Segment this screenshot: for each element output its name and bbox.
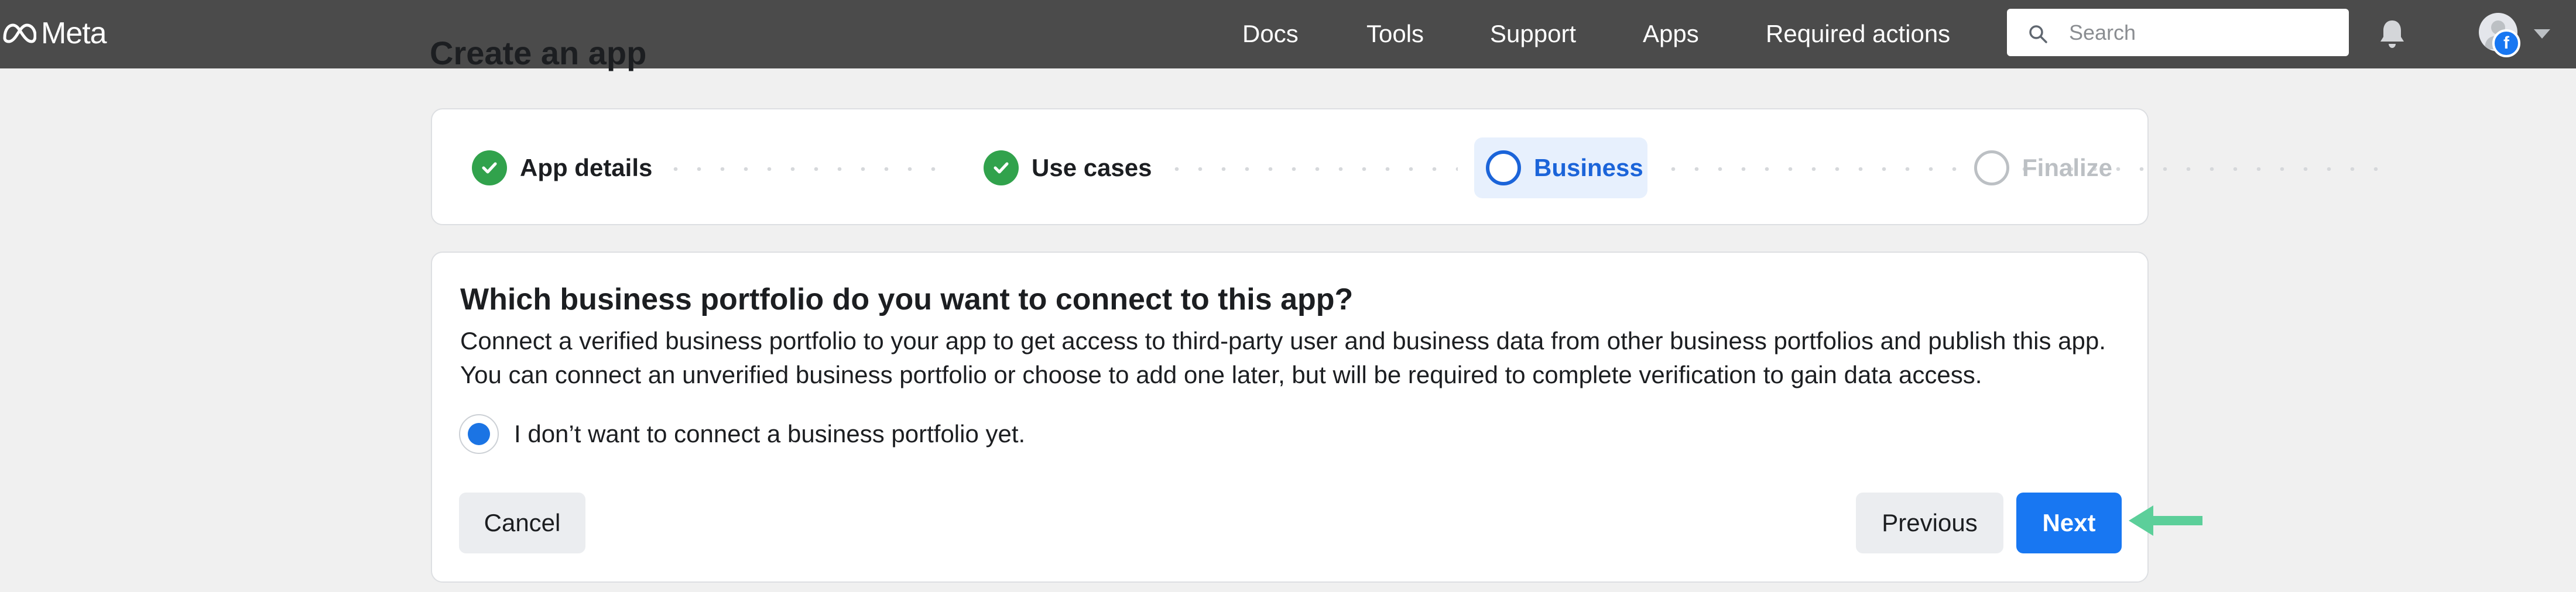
step-label: Use cases <box>1032 154 1152 181</box>
step-label: App details <box>520 154 653 181</box>
no-business-portfolio-option[interactable]: I don’t want to connect a business portf… <box>459 414 1025 454</box>
page-title: Create an app <box>430 35 647 71</box>
search-input[interactable] <box>2069 18 2332 47</box>
check-circle-icon <box>472 150 507 185</box>
pointer-arrow-icon <box>2129 505 2202 536</box>
step-label: Finalize <box>2022 154 2113 181</box>
panel-description: Connect a verified business portfolio to… <box>460 327 2106 388</box>
upcoming-step-circle-icon <box>1974 150 2009 185</box>
panel-heading: Which business portfolio do you want to … <box>460 283 1354 316</box>
search-icon <box>2029 25 2047 43</box>
previous-button[interactable]: Previous <box>1856 493 2003 553</box>
step-business[interactable]: Business <box>1486 150 1643 185</box>
nav-apps[interactable]: Apps <box>1643 18 1699 50</box>
step-app-details[interactable]: App details <box>472 150 652 185</box>
meta-logo-icon <box>3 23 36 43</box>
step-use-cases[interactable]: Use cases <box>984 150 1152 185</box>
search-box[interactable] <box>2007 9 2349 56</box>
business-portfolio-panel: Which business portfolio do you want to … <box>431 252 2149 583</box>
next-button[interactable]: Next <box>2016 493 2122 553</box>
top-navigation-bar: Meta Docs Tools Support Apps Required ac… <box>0 0 2576 68</box>
nav-docs[interactable]: Docs <box>1242 18 1299 50</box>
step-connector <box>664 167 941 171</box>
nav-tools[interactable]: Tools <box>1366 18 1424 50</box>
step-label: Business <box>1534 154 1643 181</box>
radio-button[interactable] <box>459 414 499 454</box>
nav-support[interactable]: Support <box>1490 18 1576 50</box>
chevron-down-icon[interactable] <box>2532 27 2552 41</box>
facebook-badge-icon: f <box>2492 29 2520 57</box>
radio-selected-dot <box>468 423 490 445</box>
nav-required-actions[interactable]: Required actions <box>1766 18 1950 50</box>
check-circle-icon <box>984 150 1019 185</box>
bell-icon[interactable] <box>2375 17 2409 51</box>
progress-stepper: App details Use cases Business Finalize <box>431 108 2384 225</box>
cancel-button[interactable]: Cancel <box>459 493 585 553</box>
meta-logo[interactable]: Meta <box>2 13 107 54</box>
current-step-circle-icon <box>1486 150 1521 185</box>
option-label: I don’t want to connect a business portf… <box>514 420 1026 448</box>
brand-name: Meta <box>41 16 107 50</box>
step-connector <box>1165 167 1458 171</box>
step-finalize[interactable]: Finalize <box>1974 150 2112 185</box>
